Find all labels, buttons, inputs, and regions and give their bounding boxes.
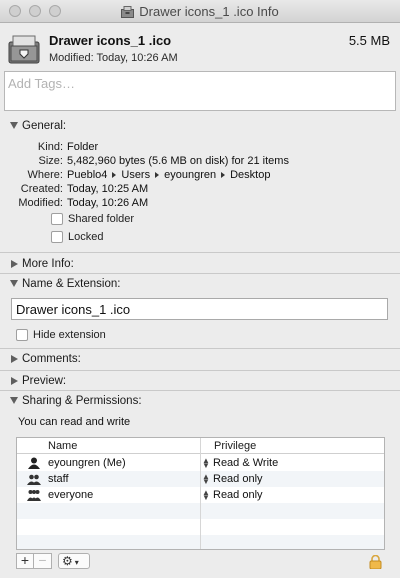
drawer-icon [8,35,40,64]
divider [0,252,400,253]
file-modified: Modified: Today, 10:26 AM [49,52,178,64]
privilege-popup[interactable]: ▲ ▼ Read only [202,472,263,487]
section-comments-title: Comments: [22,353,81,365]
updown-arrows-icon: ▲ ▼ [202,456,210,471]
user-name: everyone [48,489,94,501]
locked-checkbox[interactable] [51,231,63,243]
where-label: Where: [27,169,63,181]
path-item: Users [121,169,151,181]
name-input[interactable]: Drawer icons_1 .ico [11,298,388,320]
disclosure-right-icon[interactable] [11,260,18,268]
window-title: Drawer icons_1 .ico Info [0,4,400,19]
chevron-down-icon: ▾ [74,558,79,567]
divider [0,390,400,391]
section-comments[interactable]: Comments: [0,351,400,369]
name-input-value: Drawer icons_1 .ico [16,302,131,317]
created-value: Today, 10:25 AM [67,183,149,195]
privilege-popup[interactable]: ▲ ▼ Read & Write [202,456,279,471]
updown-arrows-icon: ▲ ▼ [202,472,210,487]
gear-icon: ⚙ [62,554,73,568]
kind-label: Kind: [37,141,63,153]
section-name-extension[interactable]: Name & Extension: [0,276,400,294]
single-user-icon [28,457,40,469]
path-arrow-icon [221,171,226,178]
general-row-created: Created: Today, 10:25 AM [0,183,400,197]
column-divider [200,438,201,549]
disclosure-down-icon[interactable] [10,397,18,404]
locked-label: Locked [68,231,104,243]
hide-extension-checkbox[interactable] [16,329,28,341]
everyone-icon [27,490,41,501]
section-general-title: General: [22,120,67,132]
path-item: Pueblo4 [67,169,108,181]
kind-value: Folder [67,141,99,153]
divider [0,348,400,349]
section-sharing-title: Sharing & Permissions: [22,395,142,407]
section-sharing-permissions[interactable]: Sharing & Permissions: [0,393,400,411]
section-name-extension-title: Name & Extension: [22,278,121,290]
modified-label: Modified: [18,197,63,209]
modified-value: Today, 10:26 AM [67,197,149,209]
user-name: staff [48,473,69,485]
divider [0,370,400,371]
section-preview[interactable]: Preview: [0,373,400,391]
general-row-size: Size: 5,482,960 bytes (5.6 MB on disk) f… [0,155,400,169]
disclosure-down-icon[interactable] [10,280,18,287]
disclosure-right-icon[interactable] [11,355,18,363]
file-header: Drawer icons_1 .ico 5.5 MB Modified: Tod… [0,23,400,71]
action-menu-button[interactable]: ⚙ ▾ [58,553,90,569]
divider [0,273,400,274]
file-name: Drawer icons_1 .ico [49,33,172,48]
tags-field[interactable]: Add Tags… [4,71,396,111]
created-label: Created: [20,183,63,195]
drawer-icon [121,5,135,18]
permission-summary: You can read and write [18,416,131,428]
lock-icon[interactable] [369,555,382,569]
add-user-button[interactable]: + [16,553,34,569]
general-row-modified: Modified: Today, 10:26 AM [0,197,400,211]
title-bar: Drawer icons_1 .ico Info [0,0,400,23]
remove-user-button[interactable]: − [34,553,52,569]
permissions-table: Name Privilege eyoungren (Me) ▲ ▼ Read & W… [16,437,385,550]
privilege-value: Read only [213,489,263,501]
section-more-info[interactable]: More Info: [0,256,400,274]
tags-placeholder: Add Tags… [8,76,75,91]
hide-extension-label: Hide extension [33,329,106,341]
privilege-value: Read only [213,473,263,485]
section-preview-title: Preview: [22,375,67,387]
path-item: eyoungren [164,169,217,181]
updown-arrows-icon: ▲ ▼ [202,488,210,503]
shared-folder-checkbox[interactable] [51,213,63,225]
file-size: 5.5 MB [348,33,390,48]
user-name: eyoungren (Me) [48,457,126,469]
disclosure-down-icon[interactable] [10,122,18,129]
column-privilege-header[interactable]: Privilege [214,440,256,452]
section-general[interactable]: General: [0,118,400,136]
path-arrow-icon [155,171,160,178]
privilege-popup[interactable]: ▲ ▼ Read only [202,488,263,503]
privilege-value: Read & Write [213,457,279,469]
disclosure-right-icon[interactable] [11,377,18,385]
where-path: Pueblo4 Users eyoungren Desktop [67,169,270,181]
size-value: 5,482,960 bytes (5.6 MB on disk) for 21 … [67,155,289,167]
general-row-kind: Kind: Folder [0,141,400,155]
group-icon [27,474,41,485]
path-item: Desktop [230,169,271,181]
window-title-text: Drawer icons_1 .ico Info [139,4,279,19]
column-name-header[interactable]: Name [48,440,77,452]
shared-folder-label: Shared folder [68,213,135,225]
add-remove-buttons: + − [16,553,52,569]
size-label: Size: [38,155,63,167]
section-more-info-title: More Info: [22,258,74,270]
general-row-where: Where: Pueblo4 Users eyoungren Desktop [0,169,400,183]
path-arrow-icon [112,171,117,178]
